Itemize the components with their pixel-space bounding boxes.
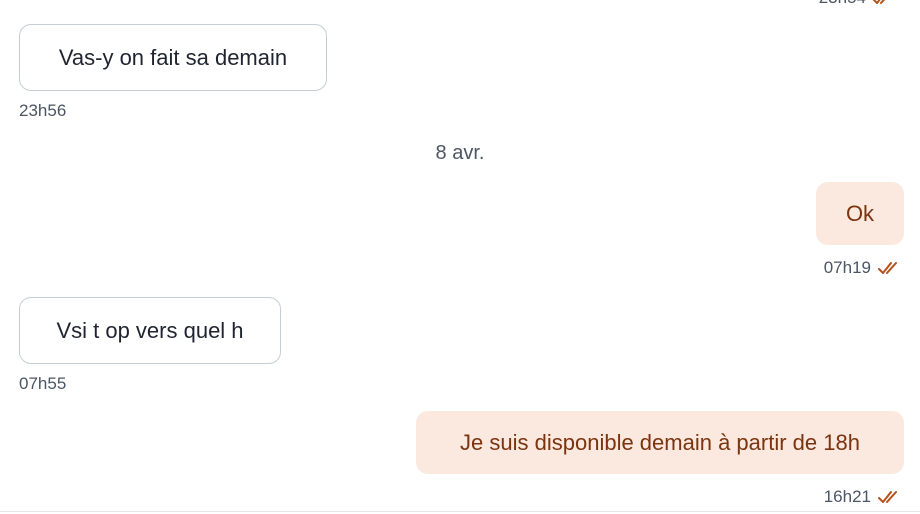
message-bubble-outgoing[interactable]: Ok <box>816 182 904 245</box>
timestamp-text: 07h55 <box>19 374 67 393</box>
date-separator: 8 avr. <box>435 142 485 164</box>
divider <box>0 511 920 512</box>
message-text: Je suis disponible demain à partir de 18… <box>460 429 860 455</box>
timestamp-text: 23h54 <box>819 0 866 8</box>
message-bubble-incoming[interactable]: Vsi t op vers quel h <box>19 297 281 364</box>
double-check-icon <box>872 0 886 4</box>
chat-thread: 23h54 Vas-y on fait sa demain 23h56 8 av… <box>0 0 920 514</box>
message-timestamp: 23h56 <box>19 101 66 121</box>
message-bubble-outgoing[interactable]: Je suis disponible demain à partir de 18… <box>416 411 904 474</box>
double-check-icon <box>878 491 897 503</box>
message-bubble-incoming[interactable]: Vas-y on fait sa demain <box>19 24 327 91</box>
timestamp-text: 07h19 <box>823 258 871 277</box>
message-text: Vsi t op vers quel h <box>56 317 244 343</box>
timestamp-text: 16h21 <box>823 487 871 506</box>
message-timestamp: 07h55 <box>19 374 66 394</box>
timestamp-text: 23h56 <box>19 101 67 120</box>
message-timestamp-partial: 23h54 <box>819 0 898 8</box>
message-timestamp: 16h21 <box>824 487 904 507</box>
message-text: Ok <box>845 200 875 226</box>
message-text: Vas-y on fait sa demain <box>58 44 288 70</box>
double-check-icon <box>878 262 897 274</box>
message-timestamp: 07h19 <box>824 258 904 278</box>
